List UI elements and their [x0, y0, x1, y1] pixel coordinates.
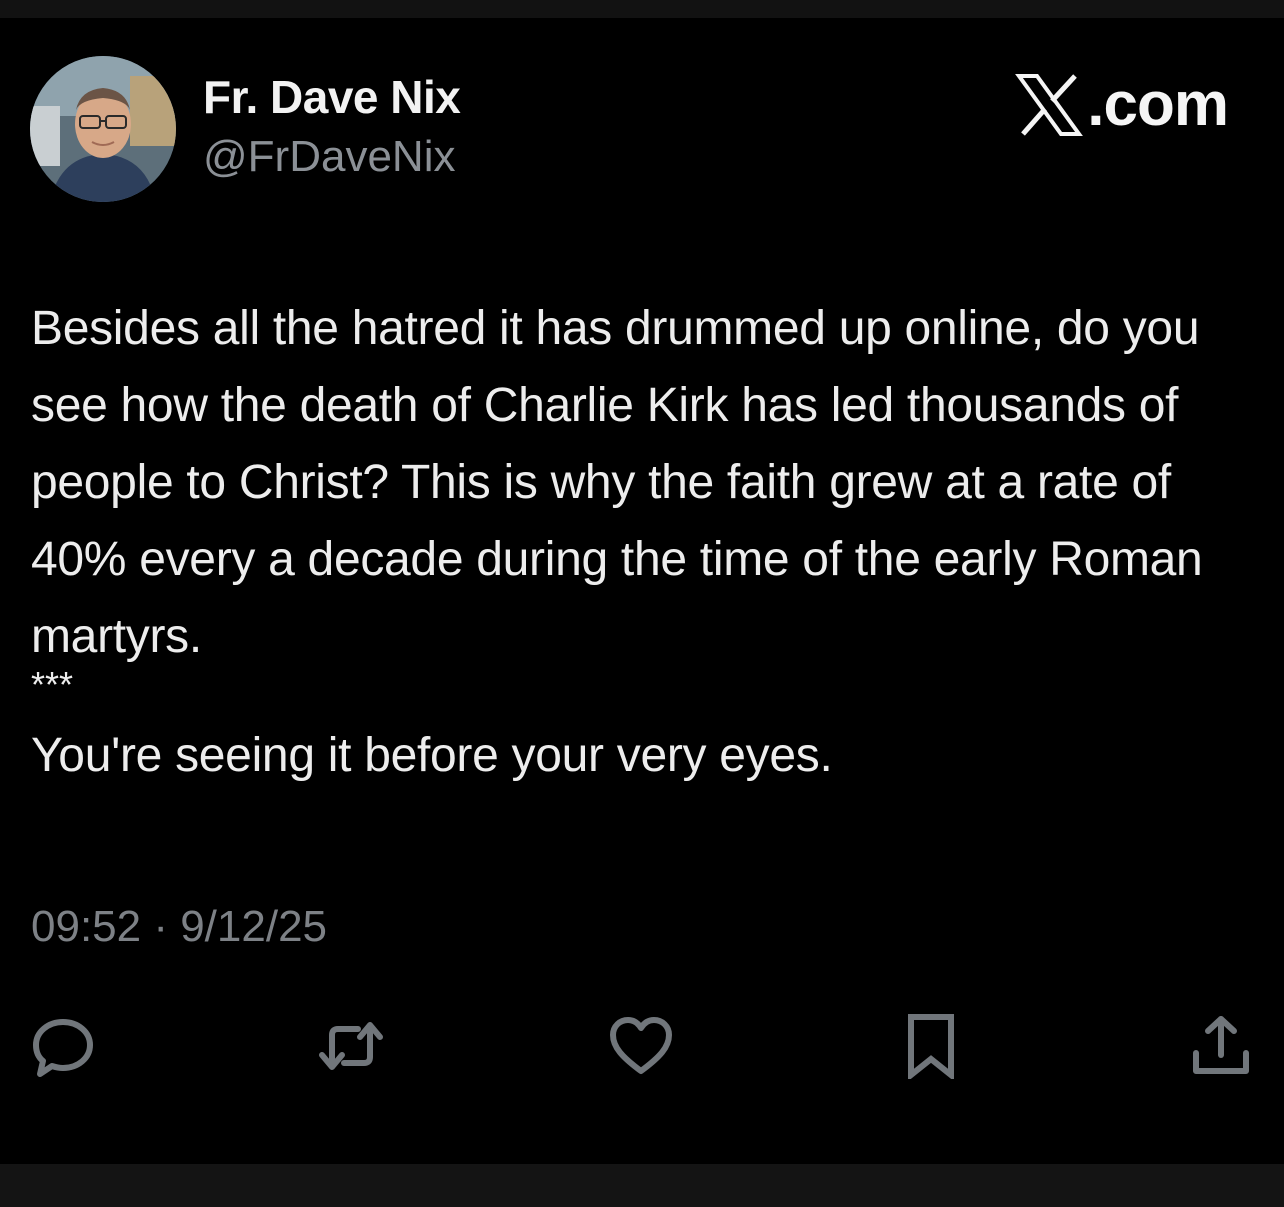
repost-button[interactable] [316, 1011, 386, 1081]
share-button[interactable] [1186, 1011, 1256, 1081]
bookmark-button[interactable] [896, 1011, 966, 1081]
post-paragraph-2: You're seeing it before your very eyes. [31, 729, 833, 782]
post-card: Fr. Dave Nix @FrDaveNix .com Besides all… [0, 18, 1284, 1164]
bookmark-icon [908, 1014, 954, 1079]
like-button[interactable] [606, 1011, 676, 1081]
user-handle[interactable]: @FrDaveNix [203, 132, 455, 182]
avatar[interactable] [30, 56, 176, 202]
repost-icon [319, 1022, 383, 1070]
x-com-watermark: .com [1015, 70, 1229, 139]
reply-icon [33, 1019, 93, 1077]
x-logo-icon [1015, 74, 1084, 136]
post-separator: *** [31, 664, 74, 705]
avatar-photo [30, 56, 176, 202]
reply-button[interactable] [28, 1011, 98, 1081]
post-timestamp[interactable]: 09:52 · 9/12/25 [31, 902, 327, 952]
post-body: Besides all the hatred it has drummed up… [31, 290, 1261, 794]
bottom-strip [0, 1164, 1284, 1207]
post-paragraph-1: Besides all the hatred it has drummed up… [31, 302, 1203, 663]
brand-text: .com [1087, 70, 1229, 139]
share-icon [1193, 1016, 1249, 1074]
display-name[interactable]: Fr. Dave Nix [203, 70, 461, 124]
heart-icon [610, 1017, 672, 1074]
